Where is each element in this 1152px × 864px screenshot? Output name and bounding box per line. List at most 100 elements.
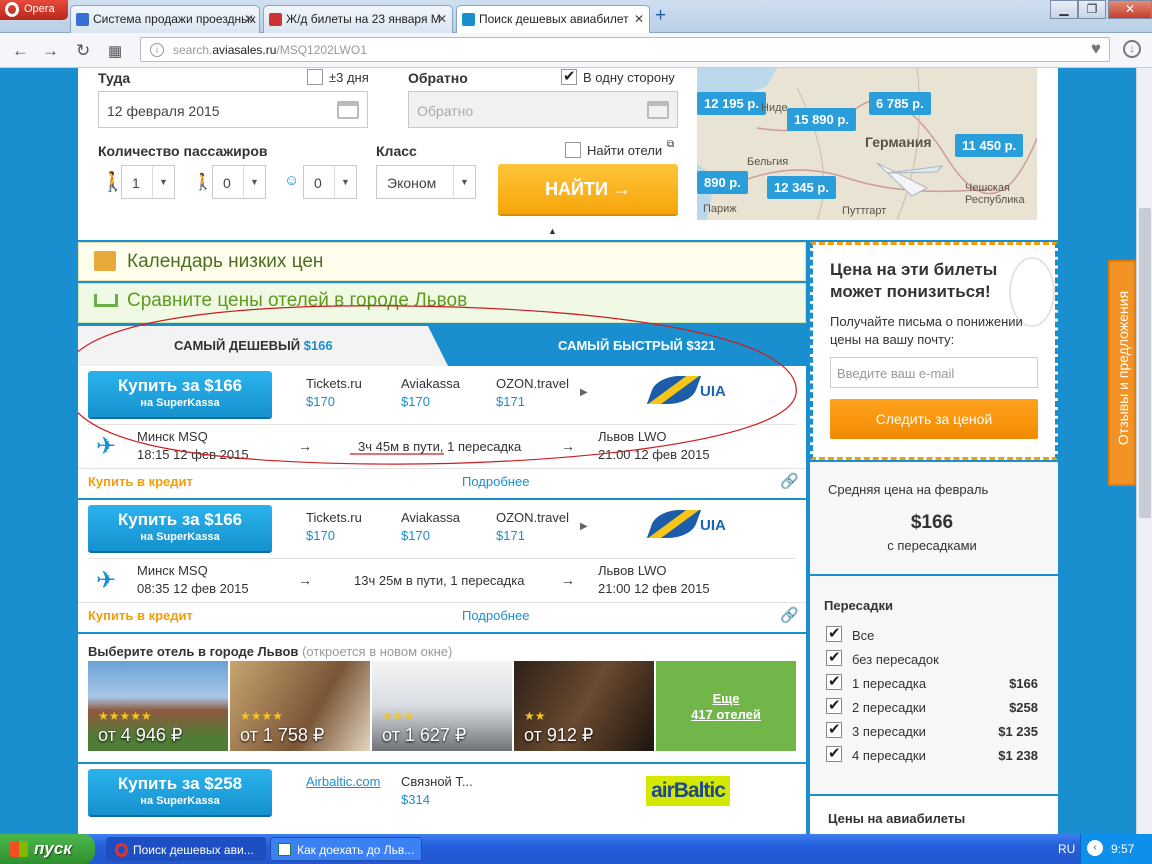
vertical-scrollbar[interactable] <box>1136 68 1152 834</box>
agency-name[interactable]: Связной Т... <box>401 774 473 789</box>
arrival-time: 21:00 12 фев 2015 <box>598 581 710 596</box>
children-select[interactable]: 0 ▼ <box>212 165 266 199</box>
share-link-icon[interactable]: 🔗 <box>780 606 799 624</box>
stops-checkbox[interactable] <box>826 720 842 738</box>
url-field[interactable]: i search.aviasales.ru/MSQ1202LWO1 ♥ <box>140 37 1110 62</box>
start-button[interactable]: пуск <box>0 834 95 864</box>
search-form: Туда ±3 дня 12 февраля 2015 Обратно В од… <box>78 68 1058 240</box>
return-date-input[interactable]: Обратно <box>408 91 678 128</box>
agency-name[interactable]: Tickets.ru <box>306 510 362 525</box>
close-tab-icon[interactable]: ✕ <box>634 12 644 26</box>
class-select[interactable]: Эконом ▼ <box>376 165 476 199</box>
taskbar-item-opera[interactable]: Поиск дешевых ави... <box>106 837 266 861</box>
close-tab-icon[interactable]: ✕ <box>244 12 254 26</box>
browser-tab-3-active[interactable]: Поиск дешевых авиабилет ✕ <box>456 5 650 34</box>
stops-checkbox[interactable] <box>826 624 842 642</box>
stops-checkbox[interactable] <box>826 744 842 762</box>
site-info-icon[interactable]: i <box>150 43 164 57</box>
hotel-card[interactable]: ★★★ от 1 627 ₽ <box>372 661 512 751</box>
maximize-button[interactable]: ❐ <box>1078 0 1106 19</box>
buy-credit-link[interactable]: Купить в кредит <box>88 608 193 623</box>
downloads-icon[interactable]: ↓ <box>1123 40 1141 58</box>
tab-title: Ж/д билеты на 23 января М <box>286 12 441 26</box>
map-price-badge[interactable]: 12 195 р. <box>697 92 766 115</box>
tab-favicon-icon <box>269 13 282 26</box>
close-window-button[interactable]: ✕ <box>1108 0 1152 19</box>
chevron-down-icon: ▼ <box>152 166 174 198</box>
buy-button[interactable]: Купить за $258 на SuperKassa <box>88 769 272 815</box>
arrow-right-icon: → <box>298 572 312 588</box>
adults-select[interactable]: 1 ▼ <box>121 165 175 199</box>
forward-icon[interactable]: → <box>42 41 59 61</box>
average-price-panel: Средняя цена на февраль $166 с пересадка… <box>810 462 1058 574</box>
taskbar-item-label: Поиск дешевых ави... <box>133 843 254 857</box>
more-hotels-line1: Еще <box>712 691 740 706</box>
browser-tab-2[interactable]: Ж/д билеты на 23 января М ✕ <box>263 5 453 33</box>
depart-date-input[interactable]: 12 февраля 2015 <box>98 91 368 128</box>
opera-menu-button[interactable]: Opera <box>0 0 68 20</box>
agency-name[interactable]: Aviakassa <box>401 510 460 525</box>
map-price-badge[interactable]: 6 785 р. <box>869 92 931 115</box>
details-link[interactable]: Подробнее <box>462 608 529 623</box>
stops-checkbox[interactable] <box>826 672 842 690</box>
agency-price[interactable]: $170 <box>306 528 335 543</box>
scrollbar-thumb[interactable] <box>1139 208 1151 518</box>
buy-price: Купить за $258 <box>117 774 243 793</box>
buy-credit-link[interactable]: Купить в кредит <box>88 474 193 489</box>
agency-name[interactable]: OZON.travel <box>496 510 569 525</box>
windows-taskbar: пуск Поиск дешевых ави... Как доехать до… <box>0 834 1152 864</box>
map-price-badge[interactable]: 15 890 р. <box>787 108 856 131</box>
browser-tab-1[interactable]: Система продажи проездных ✕ <box>70 5 260 33</box>
language-indicator[interactable]: RU <box>1058 842 1075 856</box>
stops-checkbox[interactable] <box>826 696 842 714</box>
ticket-prices-panel: Цены на авиабилеты <box>810 796 1058 834</box>
departure-time: 08:35 12 фев 2015 <box>137 581 249 596</box>
speed-dial-icon[interactable]: ▦ <box>108 42 122 60</box>
details-link[interactable]: Подробнее <box>462 474 529 489</box>
map-price-badge[interactable]: 12 345 р. <box>767 176 836 199</box>
chevron-down-icon: ▼ <box>453 166 475 198</box>
more-hotels-card[interactable]: Еще 417 отелей <box>656 661 796 751</box>
hotel-card[interactable]: ★★★★★ от 4 946 ₽ <box>88 661 228 751</box>
feedback-tab[interactable]: Отзывы и предложения <box>1108 260 1136 486</box>
agency-name[interactable]: Airbaltic.com <box>306 774 380 789</box>
arrow-right-icon: → <box>561 572 575 588</box>
track-price-button[interactable]: Следить за ценой <box>830 399 1038 439</box>
infants-select[interactable]: 0 ▼ <box>303 165 357 199</box>
oneway-label: В одну сторону <box>583 70 675 85</box>
price-map[interactable]: 12 195 р. 6 785 р. 15 890 р. 11 450 р. 8… <box>697 68 1037 220</box>
new-tab-icon[interactable]: + <box>655 5 666 27</box>
minimize-button[interactable]: ▁ <box>1050 0 1078 19</box>
agency-price[interactable]: $171 <box>496 528 525 543</box>
email-input[interactable]: Введите ваш e-mail <box>830 357 1038 388</box>
tray-expand-icon[interactable]: ‹ <box>1087 840 1103 856</box>
back-icon[interactable]: ← <box>12 41 29 61</box>
hotel-card[interactable]: ★★ от 912 ₽ <box>514 661 654 751</box>
find-button[interactable]: НАЙТИ → <box>498 164 678 214</box>
buy-button[interactable]: Купить за $166 на SuperKassa <box>88 505 272 551</box>
map-price-badge[interactable]: 890 р. <box>697 171 748 194</box>
stops-checkbox[interactable] <box>826 648 842 666</box>
arrival-info: Львов LWO 21:00 12 фев 2015 <box>598 562 710 598</box>
calendar-icon[interactable] <box>337 101 359 119</box>
hotel-card[interactable]: ★★★★ от 1 758 ₽ <box>230 661 370 751</box>
agency-price[interactable]: $170 <box>401 528 430 543</box>
reload-icon[interactable]: ↻ <box>76 41 90 61</box>
divider <box>88 558 796 559</box>
flex-dates-checkbox[interactable] <box>307 69 323 85</box>
map-price-badge[interactable]: 11 450 р. <box>955 134 1024 157</box>
chevron-down-icon: ▼ <box>243 166 265 198</box>
more-agencies-icon[interactable]: ▶ <box>580 521 588 532</box>
buy-price: Купить за $166 <box>117 510 243 529</box>
share-link-icon[interactable]: 🔗 <box>780 472 799 490</box>
agency-price[interactable]: $314 <box>401 792 430 807</box>
bookmark-heart-icon[interactable]: ♥ <box>1091 39 1101 59</box>
close-tab-icon[interactable]: ✕ <box>437 12 447 26</box>
url-path: /MSQ1202LWO1 <box>276 43 367 57</box>
oneway-checkbox[interactable] <box>561 68 577 85</box>
taskbar-item-word[interactable]: Как доехать до Льв... <box>270 837 422 861</box>
hotels-section-title: Выберите отель в городе Львов (откроется… <box>88 644 452 659</box>
calendar-icon[interactable] <box>647 101 669 119</box>
calendar-banner[interactable]: Календарь низких цен <box>78 242 806 281</box>
find-hotels-checkbox[interactable] <box>565 142 581 158</box>
